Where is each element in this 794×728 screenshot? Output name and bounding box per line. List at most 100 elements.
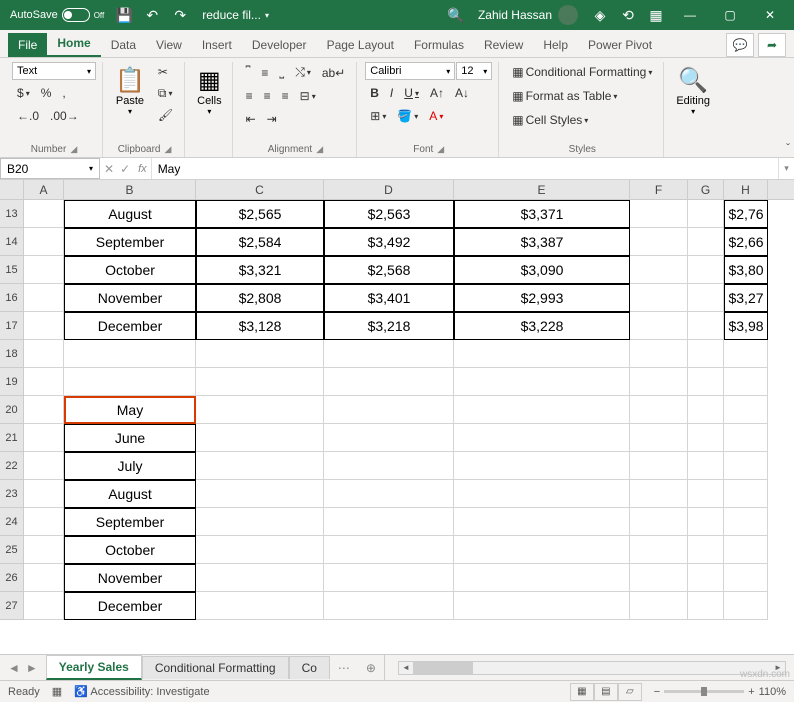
row-header[interactable]: 17 <box>0 312 24 340</box>
cell[interactable] <box>630 340 688 368</box>
cell[interactable]: November <box>64 284 196 312</box>
cell[interactable] <box>324 452 454 480</box>
wrap-text-button[interactable]: ab↵ <box>317 62 350 83</box>
cell[interactable] <box>724 368 768 396</box>
cell[interactable]: $2,993 <box>454 284 630 312</box>
paste-button[interactable]: 📋 Paste ▾ <box>111 62 149 120</box>
copy-button[interactable]: ⧉▾ <box>153 83 178 104</box>
merge-button[interactable]: ⊟▾ <box>295 86 321 106</box>
cell[interactable] <box>324 424 454 452</box>
col-header-A[interactable]: A <box>24 180 64 199</box>
cell[interactable] <box>688 396 724 424</box>
cell[interactable]: $3,371 <box>454 200 630 228</box>
row-header[interactable]: 25 <box>0 536 24 564</box>
cell[interactable]: $3,401 <box>324 284 454 312</box>
format-as-table-button[interactable]: ▦ Format as Table▾ <box>507 86 622 106</box>
row-header[interactable]: 21 <box>0 424 24 452</box>
cell[interactable] <box>24 256 64 284</box>
sheet-more-button[interactable]: ⋯ <box>330 661 358 675</box>
italic-button[interactable]: I <box>385 83 398 103</box>
cell[interactable] <box>454 592 630 620</box>
col-header-D[interactable]: D <box>324 180 454 199</box>
cell[interactable] <box>688 368 724 396</box>
number-format-dropdown[interactable]: Text▾ <box>12 62 96 80</box>
tab-formulas[interactable]: Formulas <box>404 33 474 57</box>
cell[interactable] <box>24 340 64 368</box>
sheet-tab-conditional-formatting[interactable]: Conditional Formatting <box>142 656 289 679</box>
cell[interactable]: June <box>64 424 196 452</box>
cell[interactable] <box>630 592 688 620</box>
cell[interactable] <box>688 340 724 368</box>
cell[interactable] <box>630 284 688 312</box>
border-button[interactable]: ⊞▾ <box>365 106 391 126</box>
cell[interactable] <box>630 312 688 340</box>
cell[interactable]: $2,568 <box>324 256 454 284</box>
cell[interactable] <box>630 200 688 228</box>
cell[interactable] <box>196 424 324 452</box>
cell[interactable] <box>724 396 768 424</box>
cell[interactable] <box>324 396 454 424</box>
cell[interactable] <box>688 284 724 312</box>
save-icon[interactable]: 💾 <box>110 1 138 29</box>
row-header[interactable]: 15 <box>0 256 24 284</box>
cell[interactable] <box>630 228 688 256</box>
cell[interactable] <box>24 312 64 340</box>
cell[interactable] <box>196 508 324 536</box>
cell[interactable] <box>24 508 64 536</box>
cell[interactable] <box>196 396 324 424</box>
cell[interactable]: July <box>64 452 196 480</box>
zoom-out-button[interactable]: − <box>654 686 660 698</box>
cell[interactable] <box>688 256 724 284</box>
cell[interactable]: $3,090 <box>454 256 630 284</box>
cell[interactable] <box>688 228 724 256</box>
name-box[interactable]: B20▾ <box>0 158 100 179</box>
tab-power-pivot[interactable]: Power Pivot <box>578 33 662 57</box>
cell[interactable] <box>324 340 454 368</box>
row-header[interactable]: 26 <box>0 564 24 592</box>
cell[interactable] <box>196 592 324 620</box>
percent-button[interactable]: % <box>36 83 57 103</box>
fill-color-button[interactable]: 🪣▾ <box>392 106 423 126</box>
cell[interactable]: $2,808 <box>196 284 324 312</box>
conditional-formatting-button[interactable]: ▦ Conditional Formatting▾ <box>507 62 657 82</box>
col-header-F[interactable]: F <box>630 180 688 199</box>
col-header-C[interactable]: C <box>196 180 324 199</box>
col-header-B[interactable]: B <box>64 180 196 199</box>
col-header-H[interactable]: H <box>724 180 768 199</box>
new-sheet-button[interactable]: ⊕ <box>358 661 384 675</box>
zoom-slider[interactable] <box>664 690 744 693</box>
cell[interactable] <box>630 368 688 396</box>
align-right-button[interactable]: ≡ <box>277 86 294 106</box>
tab-data[interactable]: Data <box>101 33 146 57</box>
cell[interactable] <box>688 508 724 536</box>
tab-developer[interactable]: Developer <box>242 33 317 57</box>
bold-button[interactable]: B <box>365 83 384 103</box>
cell[interactable]: October <box>64 536 196 564</box>
tab-view[interactable]: View <box>146 33 192 57</box>
app-icon[interactable]: ▦ <box>642 1 670 29</box>
formula-expand-button[interactable]: ▾ <box>778 158 794 179</box>
cell[interactable] <box>630 564 688 592</box>
align-center-button[interactable]: ≡ <box>259 86 276 106</box>
user-account[interactable]: Zahid Hassan <box>470 5 586 25</box>
row-header[interactable]: 18 <box>0 340 24 368</box>
row-header[interactable]: 14 <box>0 228 24 256</box>
cell[interactable] <box>24 284 64 312</box>
cell[interactable] <box>454 508 630 536</box>
editing-button[interactable]: 🔍 Editing ▾ <box>672 62 714 120</box>
cell[interactable] <box>454 452 630 480</box>
cell[interactable]: $3,228 <box>454 312 630 340</box>
cell[interactable] <box>630 452 688 480</box>
cell[interactable] <box>454 368 630 396</box>
decrease-indent-button[interactable]: ⇤ <box>241 109 261 129</box>
cell[interactable]: $3,27 <box>724 284 768 312</box>
cell[interactable] <box>688 452 724 480</box>
cell[interactable] <box>24 536 64 564</box>
row-header[interactable]: 20 <box>0 396 24 424</box>
cell[interactable] <box>688 536 724 564</box>
row-header[interactable]: 24 <box>0 508 24 536</box>
cell[interactable] <box>688 424 724 452</box>
cell[interactable]: $3,492 <box>324 228 454 256</box>
cell[interactable] <box>724 340 768 368</box>
underline-button[interactable]: U▾ <box>399 83 424 103</box>
